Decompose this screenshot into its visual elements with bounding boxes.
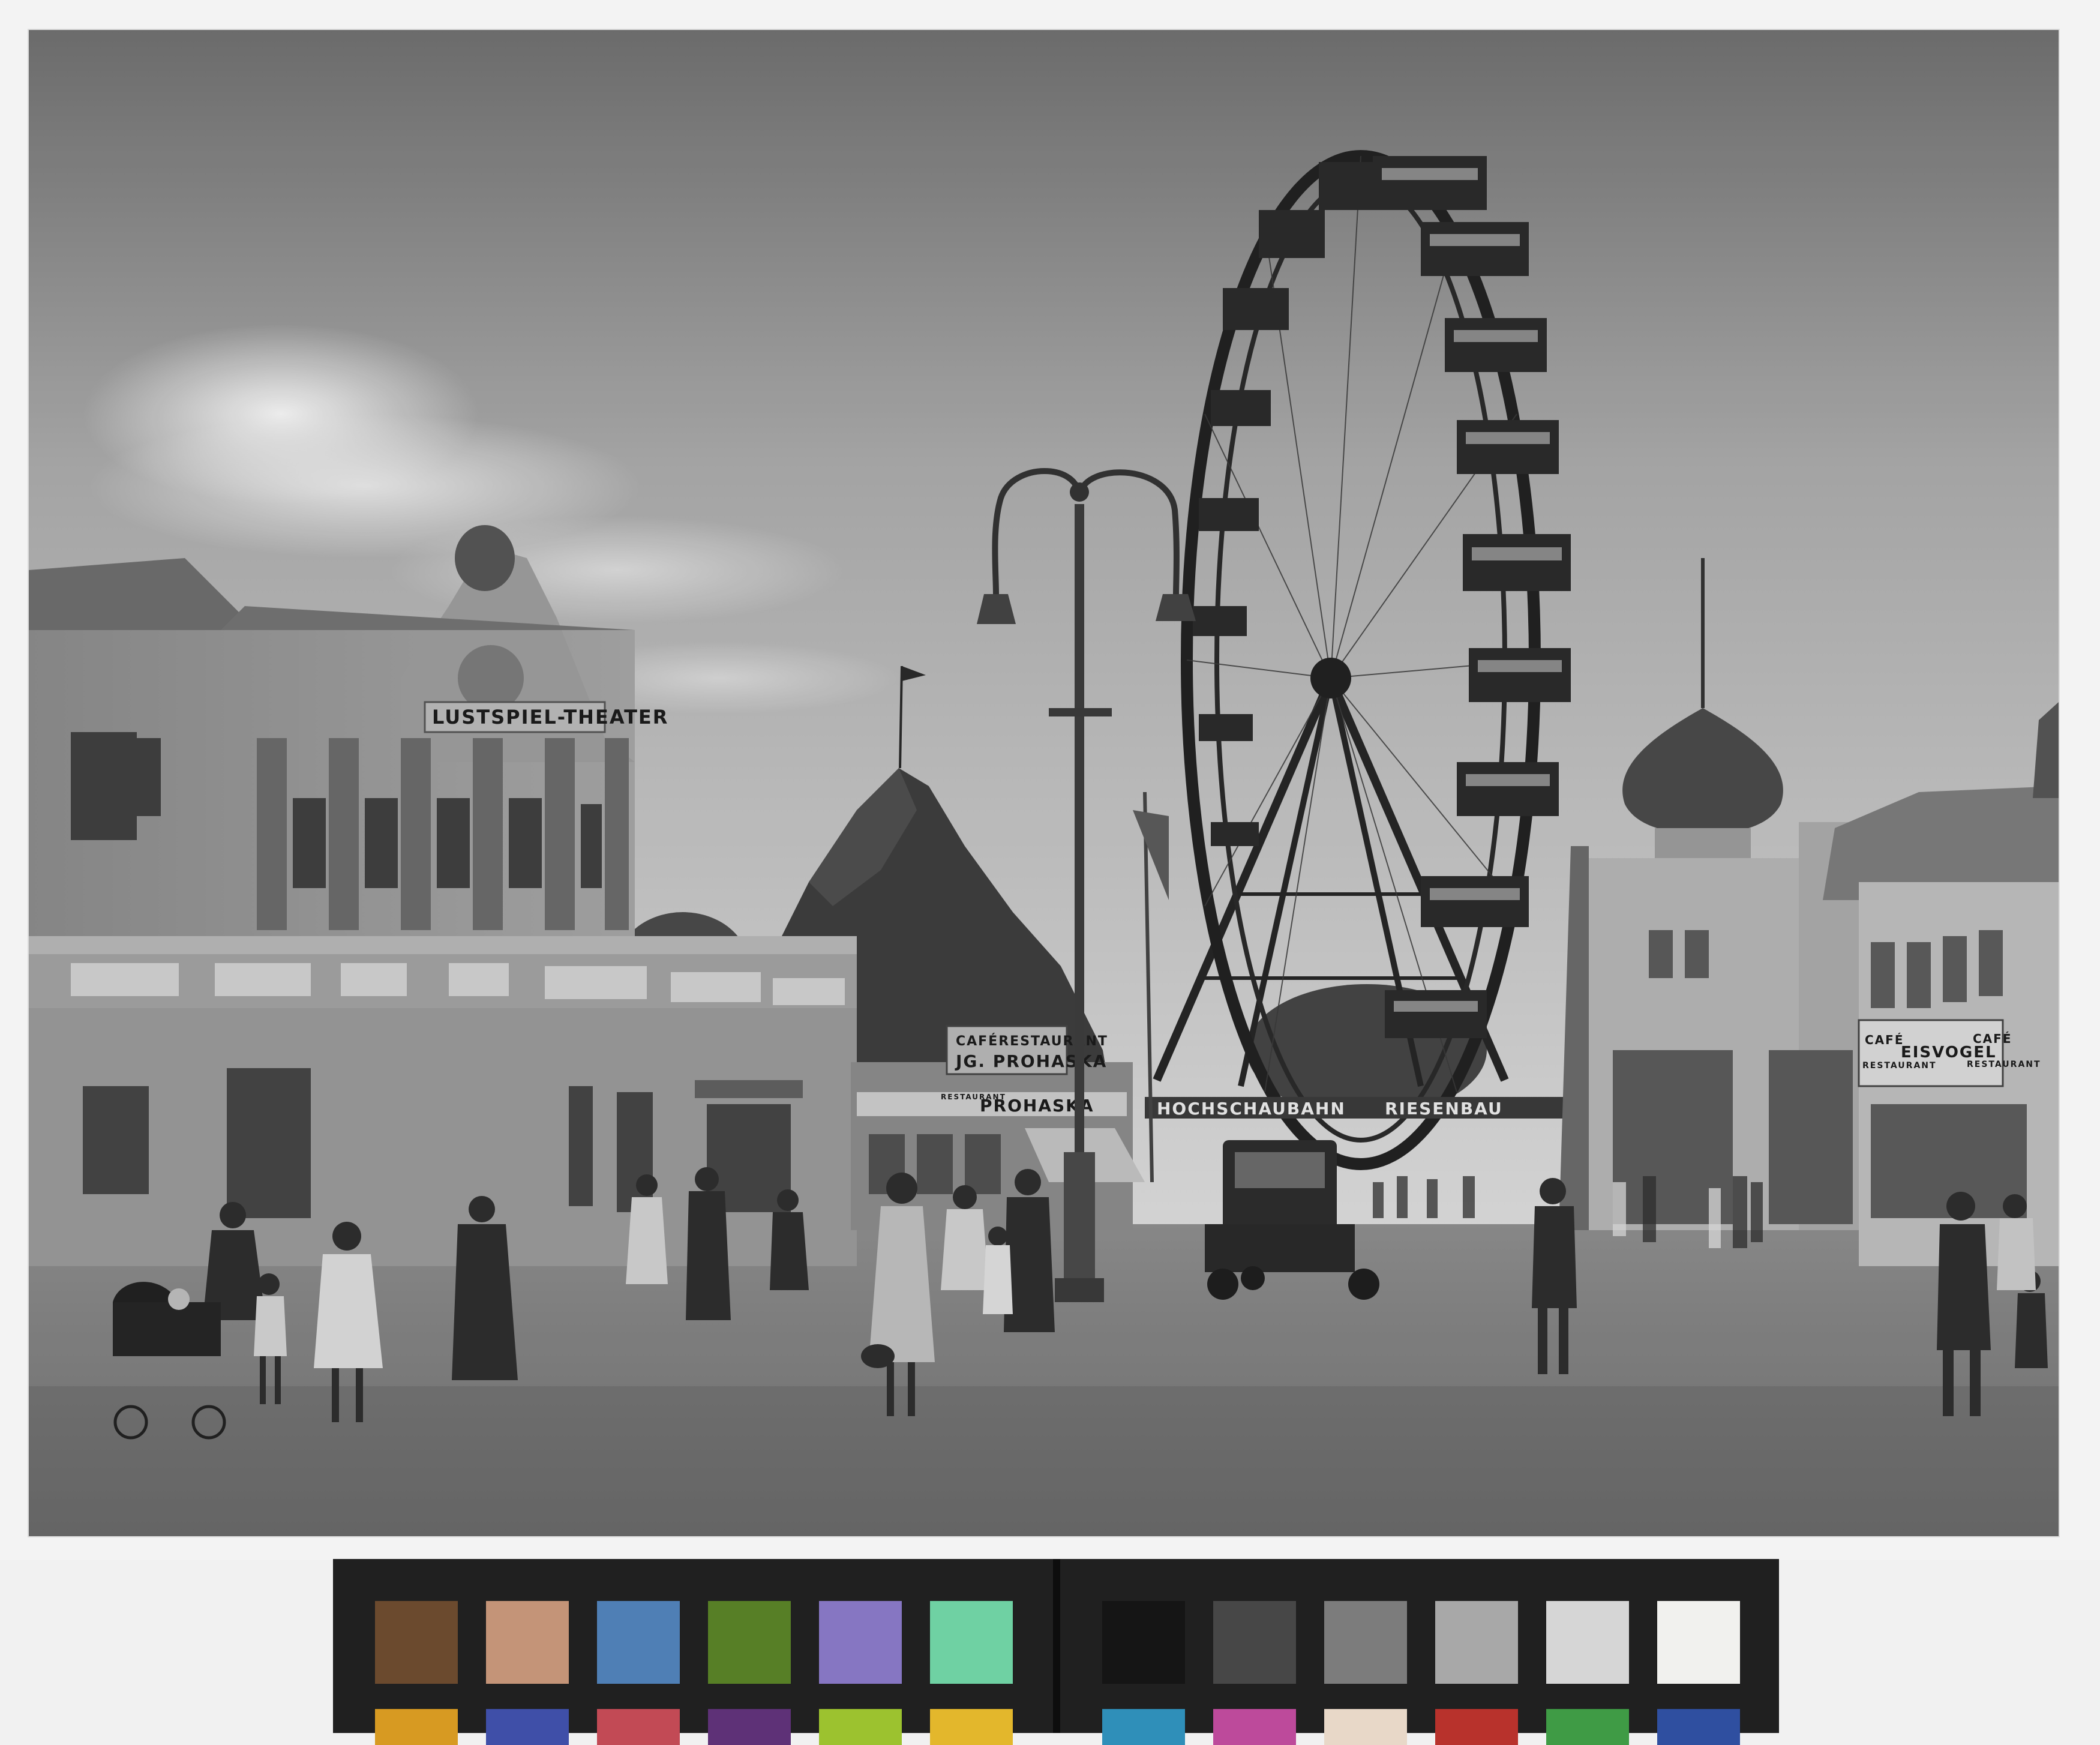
left-row1-swatch-5: [819, 1601, 902, 1684]
right-row1-swatch-5: [1546, 1601, 1629, 1684]
right-row1-swatch-6: [1657, 1601, 1740, 1684]
color-card-divider: [1053, 1559, 1060, 1733]
photo-frame: LUSTSPIEL-THEATER CAFÉRESTAURANT JG. PRO…: [0, 0, 2100, 1560]
right-row2-swatch-3: [1324, 1709, 1407, 1745]
left-row1-swatch-2: [486, 1601, 569, 1684]
right-row2-swatch-1: [1102, 1709, 1185, 1745]
left-row1-swatch-4: [708, 1601, 791, 1684]
right-row2-swatch-4: [1435, 1709, 1518, 1745]
photo-scene: LUSTSPIEL-THEATER CAFÉRESTAURANT JG. PRO…: [29, 30, 2059, 1536]
left-row2-swatch-2: [486, 1709, 569, 1745]
right-row1-swatch-1: [1102, 1601, 1185, 1684]
left-row1-swatch-1: [375, 1601, 458, 1684]
right-row1-swatch-2: [1213, 1601, 1296, 1684]
left-row2-swatch-3: [597, 1709, 680, 1745]
left-row2-swatch-6: [930, 1709, 1013, 1745]
left-row2-swatch-1: [375, 1709, 458, 1745]
right-row1-swatch-3: [1324, 1601, 1407, 1684]
right-row2-swatch-6: [1657, 1709, 1740, 1745]
color-card-left-panel: [333, 1559, 1053, 1745]
color-calibration-card: [333, 1559, 1779, 1745]
left-row2-swatch-5: [819, 1709, 902, 1745]
right-row2-swatch-2: [1213, 1709, 1296, 1745]
right-row2-swatch-5: [1546, 1709, 1629, 1745]
left-row1-swatch-6: [930, 1601, 1013, 1684]
color-card-right-panel: [1060, 1559, 1779, 1745]
right-row1-swatch-4: [1435, 1601, 1518, 1684]
left-row1-swatch-3: [597, 1601, 680, 1684]
left-row2-swatch-4: [708, 1709, 791, 1745]
prater-photograph: LUSTSPIEL-THEATER CAFÉRESTAURANT JG. PRO…: [29, 30, 2059, 1536]
